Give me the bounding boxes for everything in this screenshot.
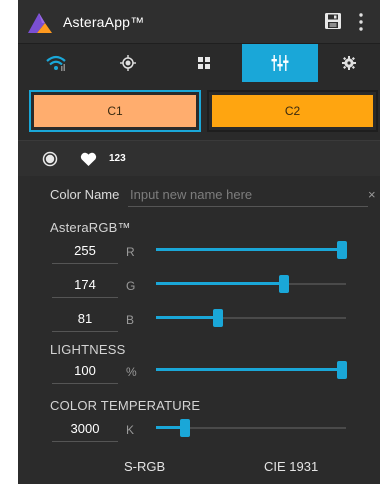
app-window: AsteraApp™ C1 C2 123 Color Name Input ne… [18, 0, 380, 484]
lightness-slider-thumb[interactable] [337, 361, 347, 379]
color-slot-c1-label: C1 [107, 104, 123, 118]
blue-slider-fill [156, 316, 218, 319]
gear-icon [342, 56, 356, 70]
wifi-signal-icon [46, 55, 66, 71]
color-temperature-value-field[interactable]: 3000 [52, 418, 118, 442]
color-temperature-unit-label: K [126, 423, 135, 437]
color-slot-c2[interactable]: C2 [207, 90, 378, 132]
grid-icon [198, 57, 210, 69]
color-name-input[interactable] [128, 183, 368, 207]
tab-connection[interactable] [18, 44, 94, 82]
lightness-slider[interactable] [156, 360, 347, 380]
color-slot-c1[interactable]: C1 [29, 90, 201, 132]
color-wheel-icon[interactable] [42, 151, 58, 167]
red-slider[interactable] [156, 240, 347, 260]
blue-slider-thumb[interactable] [212, 309, 223, 327]
crosshair-icon [120, 55, 136, 71]
red-value-field[interactable]: 255 [52, 240, 118, 264]
green-channel-label: G [126, 279, 136, 293]
action-bar: AsteraApp™ [18, 0, 380, 44]
more-vertical-icon[interactable] [356, 12, 366, 32]
tab-bar [18, 44, 380, 82]
red-channel-label: R [126, 245, 135, 259]
color-name-label: Color Name [50, 187, 120, 202]
rgb-section-label: AsteraRGB™ [50, 220, 131, 235]
mode-row: 123 [18, 140, 380, 176]
color-slots: C1 C2 [18, 82, 380, 140]
color-slot-c1-swatch: C1 [34, 95, 196, 127]
astera-logo-icon [28, 13, 52, 33]
tab-color-sliders[interactable] [242, 44, 318, 82]
sliders-icon [271, 55, 289, 71]
blue-slider[interactable] [156, 308, 346, 328]
green-slider[interactable] [156, 274, 346, 294]
tab-settings[interactable] [318, 44, 380, 82]
clear-name-button[interactable]: × [368, 187, 376, 202]
tab-cie-1931[interactable]: CIE 1931 [264, 459, 318, 474]
lightness-value-field[interactable]: 100 [52, 360, 118, 384]
tab-target[interactable] [90, 44, 166, 82]
color-slot-c2-label: C2 [284, 104, 301, 118]
green-slider-fill [156, 282, 285, 285]
app-title: AsteraApp™ [63, 14, 145, 30]
red-slider-thumb[interactable] [337, 241, 347, 259]
green-value-field[interactable]: 174 [52, 274, 118, 298]
color-temperature-slider[interactable] [156, 418, 346, 438]
blue-channel-label: B [126, 313, 135, 327]
lightness-unit-label: % [126, 365, 137, 379]
tab-grid[interactable] [166, 44, 242, 82]
green-slider-thumb[interactable] [279, 275, 290, 293]
heart-icon[interactable] [80, 152, 97, 167]
save-icon[interactable] [324, 12, 342, 30]
red-slider-fill [156, 248, 342, 251]
color-slot-c2-swatch: C2 [212, 95, 373, 127]
color-temperature-section-label: COLOR TEMPERATURE [50, 398, 201, 413]
color-panel: Color Name × AsteraRGB™ 255 R 174 G 81 B… [30, 176, 380, 484]
lightness-slider-fill [156, 368, 342, 371]
color-temperature-slider-thumb[interactable] [180, 419, 191, 437]
numeric-mode-button[interactable]: 123 [109, 153, 126, 164]
blue-value-field[interactable]: 81 [52, 308, 118, 332]
lightness-section-label: LIGHTNESS [50, 342, 126, 357]
tab-s-rgb[interactable]: S-RGB [124, 459, 165, 474]
